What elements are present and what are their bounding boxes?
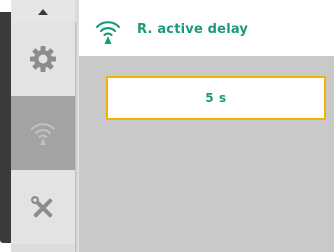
arrow-up-icon	[38, 9, 48, 15]
sidebar-scroll-up[interactable]	[11, 0, 75, 22]
delay-value-field[interactable]: 5 s	[106, 76, 326, 120]
sidebar-item-wireless[interactable]	[11, 96, 75, 170]
sidebar-item-settings[interactable]	[11, 22, 75, 96]
page-title: R. active delay	[137, 22, 249, 37]
header-bar: R. active delay	[79, 8, 334, 56]
sidebar-item-tools[interactable]	[11, 170, 75, 244]
display-frame: R. active delay 5 s	[0, 0, 334, 252]
wireless-signal-icon	[95, 21, 121, 44]
tools-icon	[31, 196, 53, 218]
gear-icon	[30, 46, 56, 72]
wireless-signal-icon	[31, 123, 55, 145]
left-edge-bar	[0, 12, 11, 243]
